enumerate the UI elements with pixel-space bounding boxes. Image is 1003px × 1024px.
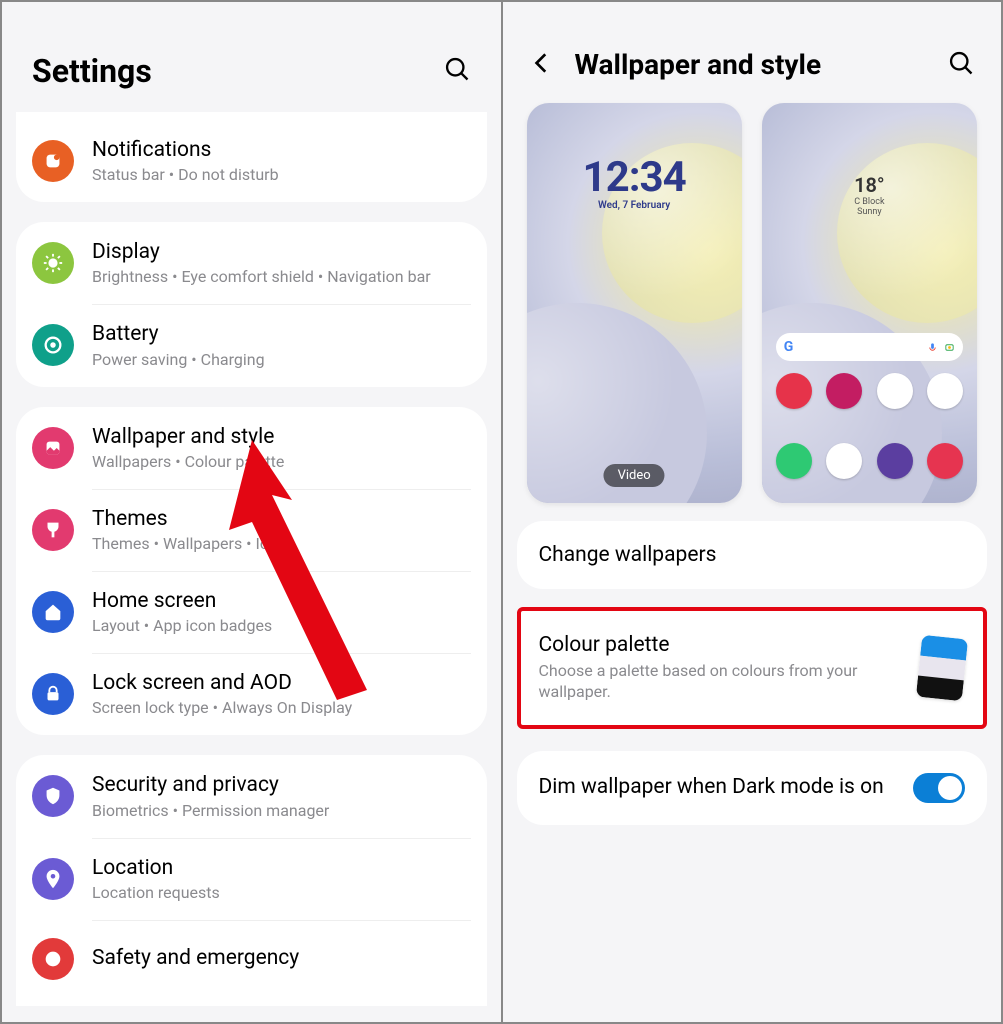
weather-loc: C Block: [762, 197, 977, 207]
settings-item-home-screen[interactable]: Home screen Layout • App icon badges: [16, 571, 487, 653]
lock-screen-preview[interactable]: 12:34 Wed, 7 February Video: [527, 103, 742, 503]
settings-item-sub: Status bar • Do not disturb: [92, 165, 471, 184]
settings-item-sub: Themes • Wallpapers • Icons: [92, 534, 471, 553]
app-icon: [826, 443, 862, 479]
colour-palette-sub: Choose a palette based on colours from y…: [539, 661, 904, 703]
app-icon: [776, 443, 812, 479]
page-title: Wallpaper and style: [575, 48, 928, 81]
lock-time: 12:34: [527, 153, 742, 202]
settings-item-sub: Wallpapers • Colour palette: [92, 452, 471, 471]
settings-item-title: Wallpaper and style: [92, 425, 471, 450]
settings-item-title: Location: [92, 856, 471, 881]
settings-item-lock-screen-aod[interactable]: Lock screen and AOD Screen lock type • A…: [16, 653, 487, 735]
settings-item-sub: Biometrics • Permission manager: [92, 801, 471, 820]
video-badge: Video: [604, 464, 665, 487]
settings-item-location[interactable]: Location Location requests: [16, 838, 487, 920]
settings-item-notifications[interactable]: Notifications Status bar • Do not distur…: [16, 120, 487, 202]
home-icon: [32, 591, 74, 633]
app-icon: [927, 443, 963, 479]
wallpaper-style-screen: Wallpaper and style 12:34 Wed, 7 Februar…: [503, 2, 1002, 1022]
settings-group: Notifications Status bar • Do not distur…: [16, 112, 487, 202]
lock-date: Wed, 7 February: [527, 200, 742, 211]
app-icon: [927, 373, 963, 409]
back-icon[interactable]: [529, 50, 555, 80]
battery-icon: [32, 324, 74, 366]
settings-item-title: Notifications: [92, 138, 471, 163]
themes-icon: [32, 509, 74, 551]
settings-item-sub: Location requests: [92, 883, 471, 902]
dim-wallpaper-item[interactable]: Dim wallpaper when Dark mode is on: [517, 751, 988, 825]
settings-item-sub: Brightness • Eye comfort shield • Naviga…: [92, 267, 471, 286]
settings-item-themes[interactable]: Themes Themes • Wallpapers • Icons: [16, 489, 487, 571]
settings-item-display[interactable]: Display Brightness • Eye comfort shield …: [16, 222, 487, 304]
app-dock: [776, 443, 963, 479]
weather-cond: Sunny: [762, 207, 977, 217]
settings-item-sub: Power saving • Charging: [92, 350, 471, 369]
settings-item-battery[interactable]: Battery Power saving • Charging: [16, 304, 487, 386]
location-icon: [32, 858, 74, 900]
settings-screen: Settings Notifications Status bar • Do n…: [2, 2, 501, 1022]
display-icon: [32, 242, 74, 284]
settings-header: Settings: [2, 2, 501, 120]
colour-palette-item[interactable]: Colour palette Choose a palette based on…: [517, 607, 988, 729]
settings-group: Wallpaper and style Wallpapers • Colour …: [16, 407, 487, 736]
lock-icon: [32, 673, 74, 715]
settings-item-safety-emergency[interactable]: Safety and emergency: [16, 920, 487, 1006]
dim-wallpaper-toggle[interactable]: [913, 773, 965, 803]
wallpaper-icon: [32, 427, 74, 469]
app-icon: [826, 373, 862, 409]
settings-group: Security and privacy Biometrics • Permis…: [16, 755, 487, 1005]
google-logo: G: [784, 339, 794, 355]
settings-item-sub: Screen lock type • Always On Display: [92, 698, 471, 717]
mic-icon: [927, 342, 938, 353]
google-search-bar: G: [776, 333, 963, 361]
app-icon: [877, 443, 913, 479]
settings-item-wallpaper-and-style[interactable]: Wallpaper and style Wallpapers • Colour …: [16, 407, 487, 489]
dim-wallpaper-label: Dim wallpaper when Dark mode is on: [539, 774, 898, 801]
palette-swatch-icon: [916, 635, 968, 701]
settings-item-title: Security and privacy: [92, 773, 471, 798]
wallpaper-style-header: Wallpaper and style: [503, 2, 1002, 103]
weather-temp: 18°: [762, 173, 977, 197]
app-row: [776, 373, 963, 409]
settings-item-title: Home screen: [92, 589, 471, 614]
page-title: Settings: [32, 52, 152, 90]
app-icon: [877, 373, 913, 409]
settings-item-sub: Layout • App icon badges: [92, 616, 471, 635]
settings-item-title: Battery: [92, 322, 471, 347]
settings-item-title: Lock screen and AOD: [92, 671, 471, 696]
security-icon: [32, 775, 74, 817]
search-icon[interactable]: [947, 49, 975, 81]
settings-item-title: Themes: [92, 507, 471, 532]
app-icon: [776, 373, 812, 409]
search-icon[interactable]: [443, 55, 471, 87]
notifications-icon: [32, 140, 74, 182]
wallpaper-previews: 12:34 Wed, 7 February Video 18° C Block …: [503, 103, 1002, 503]
settings-item-security-privacy[interactable]: Security and privacy Biometrics • Permis…: [16, 755, 487, 837]
settings-item-title: Display: [92, 240, 471, 265]
sos-icon: [32, 938, 74, 980]
settings-item-title: Safety and emergency: [92, 946, 471, 971]
settings-group: Display Brightness • Eye comfort shield …: [16, 222, 487, 386]
lens-icon: [944, 342, 955, 353]
home-screen-preview[interactable]: 18° C Block Sunny G: [762, 103, 977, 503]
change-wallpapers-label: Change wallpapers: [539, 543, 717, 567]
change-wallpapers-button[interactable]: Change wallpapers: [517, 521, 988, 589]
colour-palette-title: Colour palette: [539, 633, 904, 657]
